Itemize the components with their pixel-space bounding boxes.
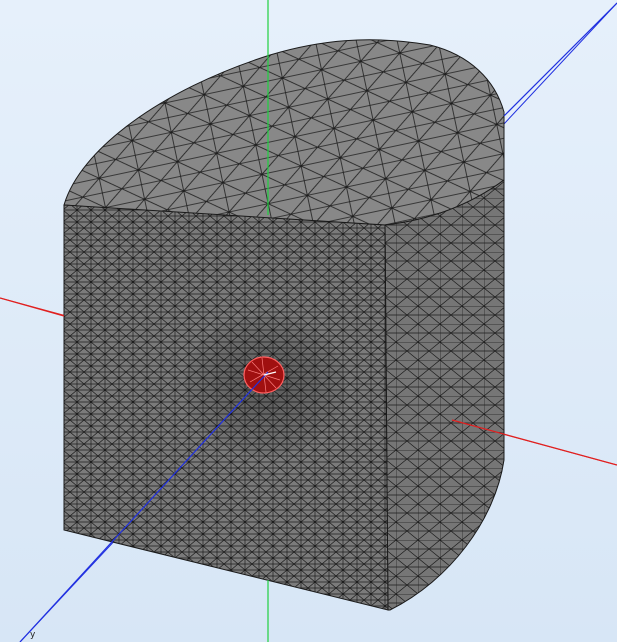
3d-viewport[interactable]: y — [0, 0, 617, 642]
y-axis-corner-label: y — [30, 630, 36, 640]
top-face — [63, 39, 505, 226]
side-face — [384, 179, 505, 611]
x-axis-left-segment — [0, 297, 65, 317]
mesh-scene[interactable] — [0, 0, 617, 642]
z-axis-back-segment — [503, 2, 617, 117]
